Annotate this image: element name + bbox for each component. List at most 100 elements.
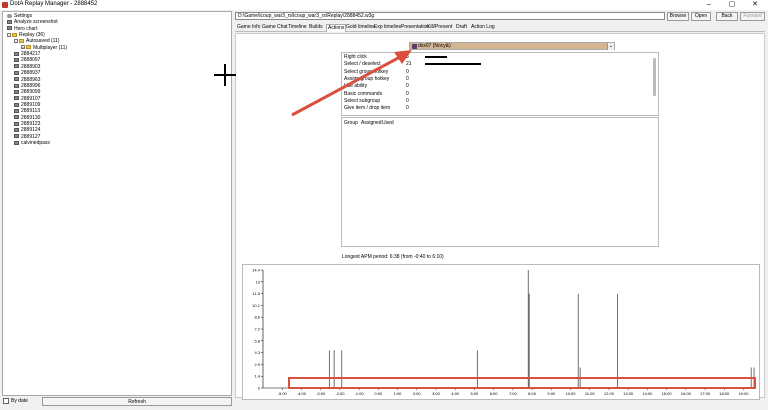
x-tick-label: 5:00 (471, 391, 480, 396)
action-count: 0 (406, 97, 409, 104)
action-name: Use ability (344, 83, 368, 90)
x-tick-label: 15:00 (662, 391, 673, 396)
action-name: Right click (344, 54, 367, 60)
tree-item[interactable]: 2888963 (14, 77, 40, 83)
action-row: Use ability 0 (344, 83, 644, 90)
actions-table: Right click 8 Select / deselect 21 Select gr… (341, 52, 659, 116)
tree-item[interactable]: - Autosaved (11) (14, 38, 60, 44)
x-tick-label: 3:00 (432, 391, 441, 396)
maximize-button[interactable]: ▢ (721, 0, 743, 10)
tab-bar: Game Info Game Chat Timeline Builds Actions G… (235, 23, 765, 32)
by-date-checkbox[interactable] (3, 398, 9, 404)
tree-item[interactable]: 2889130 (14, 115, 40, 121)
x-tick-label: 8:00 (528, 391, 537, 396)
tree-item[interactable]: 2888097 (14, 57, 40, 63)
tree-item-label: Replay (36) (19, 32, 45, 39)
action-count: 0 (406, 105, 409, 112)
tree-item-label: 2884217 (21, 51, 41, 58)
chevron-down-icon[interactable]: ⌄ (607, 43, 614, 50)
actions-scrollbar[interactable] (653, 58, 656, 96)
collapse-icon[interactable]: - (14, 39, 18, 44)
longest-apm-label: Longest APM period: 6:38 (from -0:40 to … (342, 254, 444, 260)
tree-item[interactable]: 2889107 (14, 96, 40, 102)
tree-item[interactable]: 2884217 (14, 51, 40, 57)
tree-item[interactable]: 2888996 (14, 83, 40, 89)
replay-file-icon (14, 96, 19, 101)
title-bar: DotA Replay Manager - 2888452 – ▢ ✕ (0, 0, 768, 10)
used-header: Used (382, 120, 394, 126)
replay-tree[interactable]: Settings Analyze screenshot Hero chart - Rep… (2, 11, 232, 396)
replay-file-icon (14, 83, 19, 88)
tree-item[interactable]: Analyze screenshot (7, 19, 58, 25)
action-count: 8 (406, 54, 409, 60)
close-button[interactable]: ✕ (744, 0, 766, 10)
action-name: Select / deselect (344, 61, 381, 68)
tree-item[interactable]: + Multiplayer (11) (21, 45, 67, 51)
tab-exp-timeline[interactable]: Exp timeline (373, 24, 402, 32)
y-tick-label: 14.4 (252, 268, 261, 273)
tab-actions[interactable]: Actions (326, 24, 347, 32)
replay-file-icon (14, 115, 19, 120)
tree-item[interactable]: Hero chart (7, 26, 37, 32)
tab-timeline[interactable]: Timeline (287, 24, 308, 32)
player-select[interactable]: dxx07 (Nocy&) ⌄ (409, 42, 615, 50)
minimize-button[interactable]: – (698, 0, 720, 10)
action-row: Select / deselect 21 (344, 61, 644, 68)
open-button[interactable]: Open (691, 12, 711, 21)
browse-button[interactable]: Browse (667, 12, 689, 21)
folder-icon (12, 32, 17, 37)
x-tick-label: 14:00 (642, 391, 653, 396)
tree-item-label: 2889130 (21, 114, 41, 121)
tree-item[interactable]: 2889109 (14, 102, 40, 108)
x-tick-label: -1:00 (355, 391, 365, 396)
folder-icon (26, 45, 31, 50)
replay-file-icon (14, 70, 19, 75)
tree-item-label: 2889099 (21, 89, 41, 96)
tree-item-label: 2888996 (21, 82, 41, 89)
forward-button[interactable]: Forward (740, 12, 765, 21)
x-tick-label: 11:00 (585, 391, 595, 396)
action-count: 21 (406, 61, 412, 68)
back-button[interactable]: Back (716, 12, 738, 21)
tree-item[interactable]: 2889127 (14, 134, 40, 140)
tree-item-label: Analyze screenshot (14, 19, 58, 26)
tree-item[interactable]: 2888903 (14, 64, 40, 70)
action-name: Assign group hotkey (344, 75, 390, 82)
tree-item[interactable]: 2889099 (14, 89, 40, 95)
assigned-header: Assigned (361, 120, 382, 126)
action-row: Right click 8 (344, 54, 644, 61)
refresh-button[interactable]: Refresh (42, 397, 232, 406)
tree-item[interactable]: 2888937 (14, 70, 40, 76)
tab-gold-timeline[interactable]: Gold timeline (345, 24, 376, 32)
action-name: Select subgroup (344, 97, 381, 104)
tree-item[interactable]: calvinedpass (14, 140, 50, 146)
y-tick-label: 0 (258, 386, 261, 391)
action-row: Basic commands 0 (344, 91, 644, 98)
tab-kill-present[interactable]: Kill/Present (426, 24, 453, 32)
tab-builds[interactable]: Builds (308, 24, 324, 32)
replay-file-icon (14, 77, 19, 82)
x-tick-label: 4:00 (451, 391, 460, 396)
annotation-highlight-box (288, 377, 756, 389)
tree-item[interactable]: 2889113 (14, 108, 40, 114)
y-tick-label: 13 (256, 279, 261, 284)
tab-action-log[interactable]: Action Log (470, 24, 496, 32)
group-hotkey-table: Group Assigned Used (341, 117, 659, 247)
tree-item[interactable]: Settings (7, 13, 32, 19)
x-tick-label: 12:00 (604, 391, 615, 396)
tab-draft[interactable]: Draft (455, 24, 468, 32)
expand-icon[interactable]: + (21, 45, 25, 50)
tree-item[interactable]: - Replay (36) (7, 32, 45, 38)
x-tick-label: 18:00 (719, 391, 730, 396)
action-name: Basic commands (344, 90, 383, 97)
collapse-icon[interactable]: - (7, 32, 11, 37)
tree-item-label: 2889124 (21, 127, 41, 134)
replay-file-icon (14, 121, 19, 126)
tree-item[interactable]: 2889123 (14, 121, 40, 127)
x-tick-label: 1:00 (394, 391, 403, 396)
tree-item[interactable]: 2889124 (14, 127, 40, 133)
replay-path-input[interactable]: D:\Game\lcoup_war3_rs\lcoup_war3_rs\Repl… (235, 12, 665, 20)
tree-item-label: Settings (14, 13, 33, 19)
tab-game-chat[interactable]: Game Chat (261, 24, 289, 32)
tab-game-info[interactable]: Game Info (236, 24, 261, 32)
